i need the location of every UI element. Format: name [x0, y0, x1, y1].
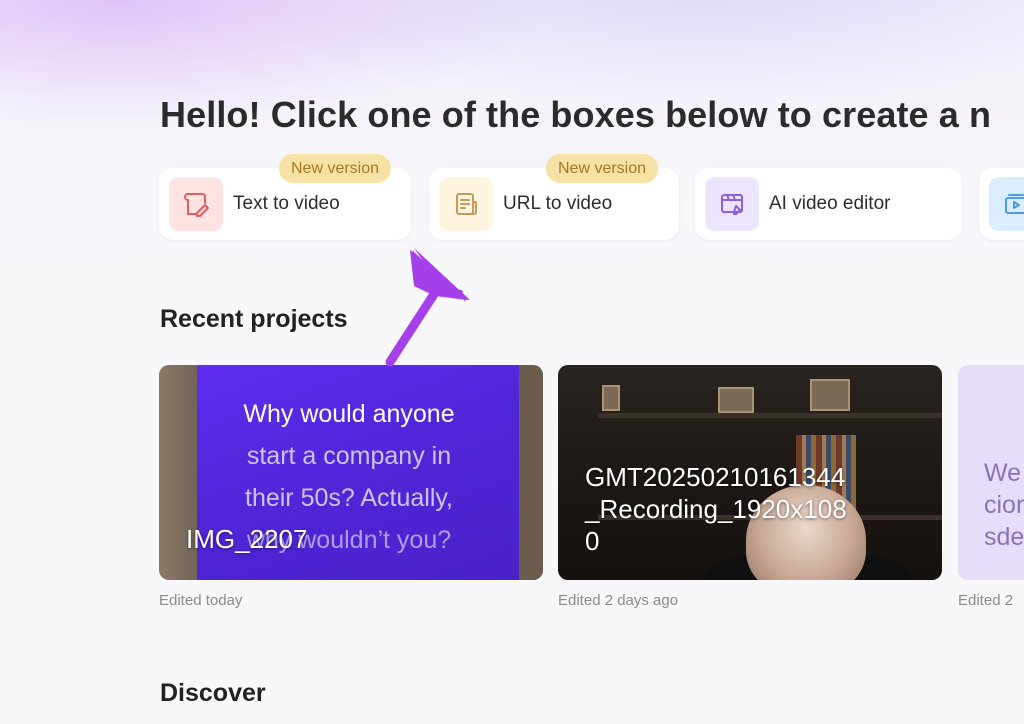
- page-greeting: Hello! Click one of the boxes below to c…: [160, 94, 992, 135]
- project-card-img-2207[interactable]: Why would anyone start a company in thei…: [159, 365, 543, 580]
- text-to-video-icon: [169, 177, 223, 231]
- tool-card-partial[interactable]: [979, 168, 1024, 240]
- tool-card-ai-video-editor[interactable]: AI video editor: [695, 168, 962, 240]
- project-card-gmt-recording[interactable]: GMT20250210161344 _Recording_1920x108 0: [558, 365, 942, 580]
- annotation-arrow-icon: [385, 248, 470, 367]
- tool-card-url-to-video[interactable]: URL to video: [429, 168, 679, 240]
- project-edited-label: Edited 2: [958, 592, 1014, 609]
- project-thumbnail-text: We cior sde: [984, 459, 1024, 551]
- tool-label-text-to-video: Text to video: [233, 193, 340, 214]
- recent-projects-title: Recent projects: [160, 305, 348, 333]
- tool-label-ai-video-editor: AI video editor: [769, 193, 891, 214]
- project-edited-label: Edited 2 days ago: [558, 592, 679, 609]
- project-name: GMT20250210161344 _Recording_1920x108 0: [585, 462, 847, 556]
- url-doc-icon: [439, 177, 493, 231]
- project-card-partial[interactable]: We cior sde: [958, 365, 1024, 580]
- video-stack-icon: [989, 177, 1024, 231]
- project-name: IMG_2207: [186, 524, 308, 554]
- tool-label-url-to-video: URL to video: [503, 193, 613, 214]
- project-edited-label: Edited today: [159, 592, 243, 609]
- video-edit-icon: [705, 177, 759, 231]
- discover-title: Discover: [160, 679, 266, 707]
- tool-card-text-to-video[interactable]: Text to video: [159, 168, 411, 240]
